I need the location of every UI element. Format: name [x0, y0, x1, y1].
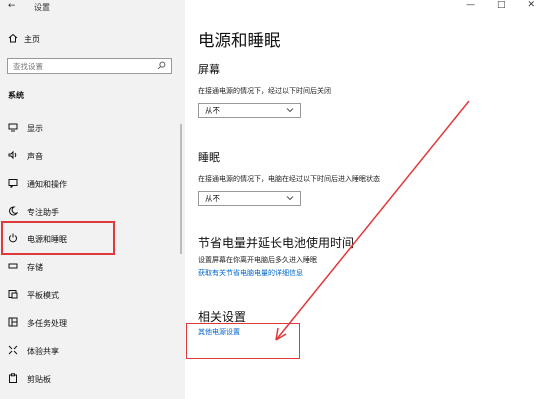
- maximize-icon[interactable]: □: [497, 0, 506, 10]
- sidebar-item-tablet[interactable]: 平板模式: [8, 289, 59, 301]
- display-icon: [8, 122, 18, 134]
- notification-icon: [8, 178, 18, 190]
- sidebar-scrollbar[interactable]: [180, 124, 182, 254]
- search-input[interactable]: 查找设置: [7, 58, 172, 74]
- chevron-down-icon: [286, 106, 294, 115]
- battery-description: 设置屏幕在你离开电脑后多久进入睡眠: [198, 256, 317, 264]
- sidebar-item-multitask[interactable]: 多任务处理: [8, 317, 67, 329]
- sidebar-item-label: 剪贴板: [27, 374, 51, 384]
- window-title: 设置: [34, 3, 50, 12]
- sleep-description: 在接通电源的情况下，电脑在经过以下时间后进入睡眠状态: [198, 175, 380, 183]
- sidebar-item-storage[interactable]: 存储: [8, 261, 43, 273]
- minimize-icon[interactable]: —: [466, 0, 475, 10]
- sidebar-item-label: 通知和操作: [27, 179, 67, 189]
- storage-icon: [8, 261, 18, 273]
- screen-timeout-dropdown[interactable]: 从不: [198, 103, 301, 118]
- page-title: 电源和睡眠: [198, 31, 281, 50]
- search-icon[interactable]: [157, 61, 166, 72]
- sleep-timeout-dropdown[interactable]: 从不: [198, 191, 301, 206]
- sleep-heading: 睡眠: [198, 151, 220, 164]
- battery-heading: 节省电量并延长电池使用时间: [198, 236, 355, 250]
- sidebar-section-title: 系统: [8, 91, 24, 100]
- sidebar-item-sound[interactable]: 声音: [8, 150, 43, 162]
- sidebar-item-label: 体验共享: [27, 346, 59, 356]
- clipboard-icon: [8, 373, 18, 385]
- sidebar-item-label: 声音: [27, 151, 43, 161]
- moon-icon: [8, 206, 19, 218]
- sidebar-item-label: 显示: [27, 123, 43, 133]
- chevron-down-icon: [286, 194, 294, 203]
- sidebar-item-home[interactable]: 主页: [8, 33, 40, 45]
- sidebar-item-shared-experiences[interactable]: 体验共享: [8, 345, 59, 357]
- battery-info-link[interactable]: 获取有关节省电脑电量的详细信息: [198, 268, 303, 278]
- sidebar: ← 设置 主页 查找设置 系统 显示 声音 通知和操作 专注助手 电源和睡眠 存…: [0, 0, 185, 399]
- annotation-highlight-box-power-settings: [186, 323, 300, 359]
- back-arrow-icon[interactable]: ←: [8, 1, 16, 11]
- sidebar-item-display[interactable]: 显示: [8, 122, 43, 134]
- dropdown-value: 从不: [205, 106, 220, 115]
- home-icon: [8, 33, 18, 45]
- sidebar-item-label: 平板模式: [27, 290, 59, 300]
- sidebar-item-clipboard[interactable]: 剪贴板: [8, 373, 51, 385]
- sidebar-item-label: 多任务处理: [27, 318, 67, 328]
- sound-icon: [8, 150, 18, 162]
- screen-heading: 屏幕: [198, 63, 220, 76]
- dropdown-value: 从不: [205, 194, 220, 203]
- tablet-icon: [8, 289, 18, 301]
- search-placeholder: 查找设置: [13, 61, 43, 71]
- sidebar-item-notifications[interactable]: 通知和操作: [8, 178, 67, 190]
- sidebar-item-label: 存储: [27, 262, 43, 272]
- screen-description: 在接通电源的情况下，经过以下时间后关闭: [198, 87, 331, 95]
- sidebar-item-focus-assist[interactable]: 专注助手: [8, 206, 59, 218]
- annotation-highlight-box-power-sleep: [1, 221, 115, 255]
- multitask-icon: [8, 317, 18, 329]
- sidebar-item-label: 专注助手: [27, 207, 59, 217]
- share-icon: [8, 345, 18, 357]
- home-label: 主页: [24, 34, 40, 44]
- close-icon[interactable]: ✕: [527, 0, 535, 10]
- window-controls: — □ ✕: [466, 0, 535, 10]
